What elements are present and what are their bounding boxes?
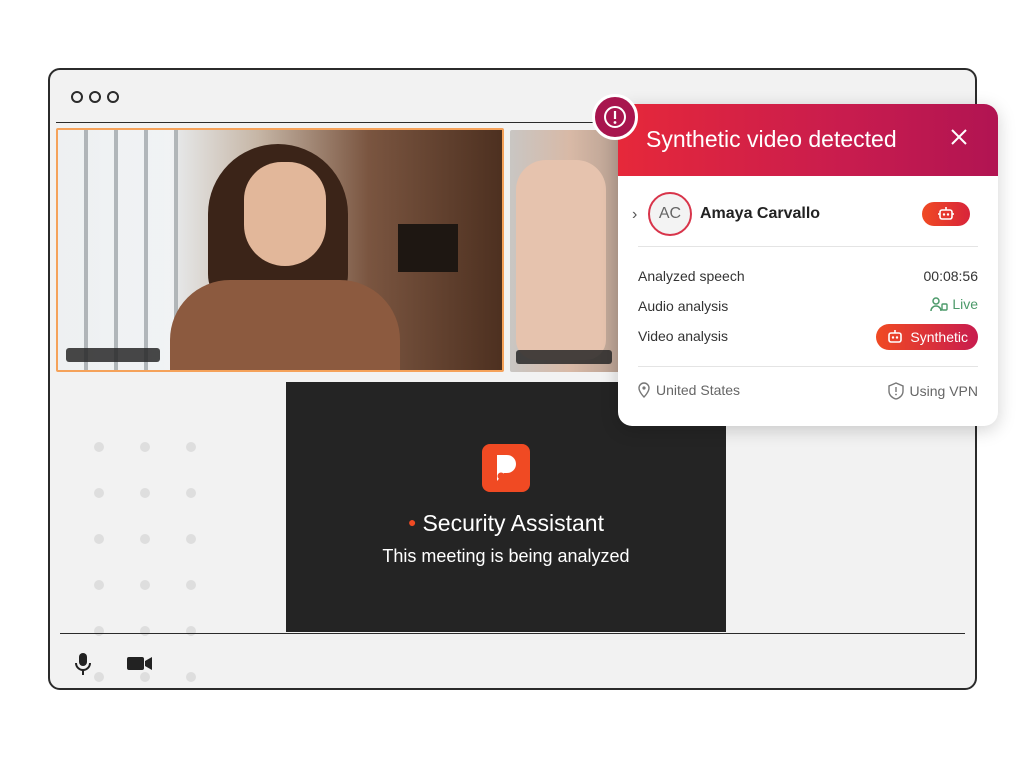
window-dot-icon[interactable] — [107, 91, 119, 103]
grid-dot — [186, 626, 196, 636]
window-dot-icon[interactable] — [89, 91, 101, 103]
alert-badge — [592, 94, 638, 140]
detection-alert-card: Synthetic video detected › AC Amaya Carv… — [618, 104, 998, 426]
avatar: AC — [648, 192, 692, 236]
window-controls — [71, 91, 119, 103]
video-analysis-value: Synthetic — [910, 329, 968, 345]
grid-dot — [186, 488, 196, 498]
participant-row[interactable]: › AC Amaya Carvallo — [618, 186, 998, 248]
video-tile-secondary[interactable] — [510, 130, 630, 372]
alert-title: Synthetic video detected — [646, 126, 897, 152]
audio-analysis-value: Live — [952, 296, 978, 312]
user-voice-icon — [930, 297, 949, 312]
participant-name: Amaya Carvallo — [700, 205, 821, 222]
exclamation-circle-icon — [604, 106, 626, 128]
location-info: United States — [638, 382, 740, 398]
grid-dot — [94, 534, 104, 544]
close-button[interactable] — [950, 128, 968, 151]
background-tv — [398, 224, 458, 272]
participant-body — [170, 280, 400, 370]
close-icon — [951, 129, 967, 145]
video-analysis-label: Video analysis — [638, 328, 729, 344]
grid-dot — [94, 672, 104, 682]
grid-dot — [140, 580, 150, 590]
robot-icon — [888, 330, 903, 343]
grid-dot — [94, 580, 104, 590]
vpn-info: Using VPN — [887, 382, 978, 400]
status-dot-icon: ● — [408, 514, 417, 530]
video-analysis-badge: Synthetic — [876, 324, 978, 350]
audio-analysis-row: Audio analysis Live — [638, 294, 978, 318]
assistant-title: ● Security Assistant — [286, 510, 726, 537]
audio-analysis-status: Live — [930, 296, 978, 312]
location-text: United States — [656, 382, 741, 398]
assistant-title-text: Security Assistant — [422, 510, 604, 536]
connection-meta: United States Using VPN — [638, 380, 978, 402]
camera-button[interactable] — [126, 652, 154, 679]
participant-hand — [516, 160, 606, 360]
background-window — [58, 130, 178, 370]
grid-dot — [140, 442, 150, 452]
analyzed-speech-value: 00:08:56 — [923, 268, 979, 284]
video-camera-icon — [127, 657, 152, 670]
vpn-text: Using VPN — [909, 383, 978, 399]
grid-dot — [140, 488, 150, 498]
microphone-icon — [75, 653, 91, 675]
alert-header: Synthetic video detected — [618, 104, 998, 176]
participant-name-tag — [66, 348, 160, 362]
participant-name-tag — [516, 350, 612, 364]
grid-dot — [140, 626, 150, 636]
analyzed-speech-row: Analyzed speech 00:08:56 — [638, 264, 978, 288]
analyzed-speech-label: Analyzed speech — [638, 268, 745, 284]
grid-dot — [140, 534, 150, 544]
grid-dot — [186, 442, 196, 452]
grid-dot — [186, 580, 196, 590]
robot-icon — [938, 207, 954, 220]
video-analysis-row: Video analysis Synthetic — [638, 324, 978, 350]
audio-analysis-label: Audio analysis — [638, 298, 729, 314]
video-tile-main[interactable] — [56, 128, 504, 372]
grid-dot — [94, 488, 104, 498]
window-dot-icon[interactable] — [71, 91, 83, 103]
controls-divider — [60, 633, 965, 634]
map-pin-icon — [638, 382, 650, 398]
grid-dot — [94, 626, 104, 636]
chevron-right-icon[interactable]: › — [632, 206, 637, 224]
synthetic-status-badge — [922, 202, 970, 226]
grid-dot — [186, 672, 196, 682]
participant-face — [244, 162, 326, 266]
microphone-button[interactable] — [74, 652, 92, 681]
assistant-subtitle: This meeting is being analyzed — [382, 546, 630, 566]
grid-dot — [186, 534, 196, 544]
assistant-logo-icon — [482, 444, 530, 492]
shield-icon — [887, 382, 904, 400]
grid-dot — [94, 442, 104, 452]
divider — [638, 366, 978, 367]
dot-grid — [94, 442, 204, 682]
divider — [638, 246, 978, 247]
